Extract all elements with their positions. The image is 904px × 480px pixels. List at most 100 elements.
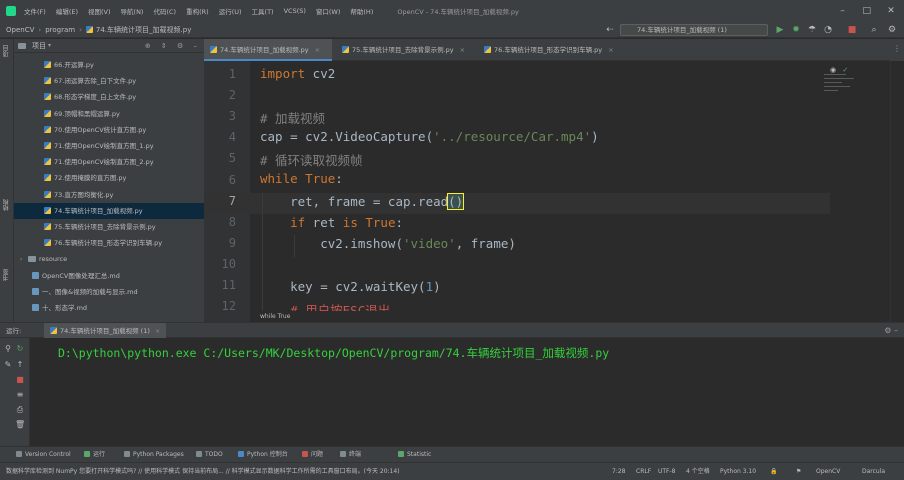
close-tab-icon[interactable]: × [608,46,613,54]
project-tree-item[interactable]: 72.使用掩膜的直方图.py [44,170,126,186]
code-minimap [824,64,874,104]
soft-wrap-icon[interactable]: ≡ [15,390,25,400]
scroll-up-icon[interactable]: ↑ [15,360,25,370]
project-tree-item[interactable]: 68.形态学梯度_白上文件.py [44,89,136,105]
tab-list-icon[interactable]: ⋮ [893,44,901,53]
tree-item-label: 71.使用OpenCV绘制直方图_2.py [54,158,154,167]
run-configuration-dropdown[interactable]: 74.车辆统计项目_加载视频 (1) [620,24,768,36]
coverage-icon[interactable]: ☂ [806,24,818,36]
close-tab-icon[interactable]: × [460,46,465,54]
tab-label: 终端 [349,451,362,458]
menu-code[interactable]: 代码(C) [153,6,176,16]
rerun-icon[interactable]: ↻ [15,344,25,354]
structure-tool-tab[interactable]: 结构 [2,199,11,211]
tab-75-remove-background[interactable]: 75.车辆统计项目_去除背景示例.py × [336,39,476,61]
menu-view[interactable]: 视图(V) [88,6,111,16]
close-icon[interactable]: ✕ [884,6,898,16]
tree-item-label: 十、形态学.md [42,304,88,312]
breadcrumb-scope[interactable]: while True [250,311,890,322]
project-tree-item[interactable]: 76.车辆统计项目_形态学识别车辆.py [44,235,162,251]
close-tab-icon[interactable]: × [315,46,320,54]
project-tree-item[interactable]: 十、形态学.md [32,300,87,316]
tab-problems[interactable]: 问题 [302,447,323,463]
project-tree-item[interactable]: 66.开运算.py [44,57,94,73]
menu-help[interactable]: 帮助(H) [350,6,373,16]
tab-label: Statistic [407,451,432,458]
project-tree-item[interactable]: 69.顶帽和黑帽运算.py [44,106,120,122]
minimize-icon[interactable]: – [836,6,850,16]
python-file-icon [44,174,51,182]
menu-tools[interactable]: 工具(T) [252,6,274,16]
project-tree-item[interactable]: 73.直方图均衡化.py [44,187,113,203]
bookmarks-tool-tab[interactable]: 书签 [2,269,11,281]
back-arrow-icon[interactable]: ⇠ [604,24,616,36]
project-name[interactable]: OpenCV [816,463,840,480]
trash-icon[interactable]: 🗑 [15,420,25,430]
panel-actions-icon[interactable]: ⊕ ⇕ ⚙ – [145,42,201,50]
menu-run[interactable]: 运行(U) [219,6,242,16]
tab-todo[interactable]: TODO [196,447,223,463]
project-tree-item[interactable]: OpenCV图像处理汇总.md [32,268,120,284]
code-comment: # 用户按ESC退出 [260,303,391,311]
project-tree-item[interactable]: 一、图像&视频的加载与显示.md [32,284,138,300]
project-tree-item[interactable]: › resource [20,251,67,267]
breadcrumb-folder[interactable]: program [45,26,75,34]
breadcrumb-file[interactable]: 74.车辆统计项目_加载视频.py [96,25,191,35]
search-everywhere-icon[interactable]: ⌕ [868,24,880,36]
warning-icon[interactable]: ⚑ [796,463,801,480]
breadcrumb-project[interactable]: OpenCV [6,26,34,34]
code-number: 1 [425,279,434,294]
menu-file[interactable]: 文件(F) [24,6,46,16]
project-tree-item[interactable]: 71.使用OpenCV绘制直方图_1.py [44,138,154,154]
stop-run-icon[interactable]: ■ [15,375,25,385]
stop-icon[interactable]: ■ [846,24,858,36]
caret-position[interactable]: 7:28 [612,463,625,480]
project-tree-item[interactable]: 75.车辆统计项目_去除背景示例.py [44,219,156,235]
print-icon[interactable]: ⎙ [15,405,25,415]
line-separator[interactable]: CRLF [636,463,651,480]
tab-76-morphology[interactable]: 76.车辆统计项目_形态学识别车辆.py × [478,39,628,61]
tab-python-packages[interactable]: Python Packages [124,447,184,463]
lock-icon[interactable]: 🔒 [770,463,777,480]
indent-setting[interactable]: 4 个空格 [686,463,710,480]
pin-icon[interactable]: ⚲ [3,344,13,354]
wrench-icon[interactable]: ✎ [3,360,13,370]
tab-run[interactable]: 运行 [84,447,105,463]
panel-settings-icon[interactable]: ⚙ – [884,323,898,339]
expand-arrow-icon[interactable]: › [20,252,28,268]
menu-navigate[interactable]: 导航(N) [121,6,144,16]
menu-edit[interactable]: 编辑(E) [56,6,78,16]
menu-vcs[interactable]: VCS(S) [284,7,306,15]
code-token: key = cv2.waitKey( [260,279,426,294]
run-tab[interactable]: 74.车辆统计项目_加载视频 (1) × [44,323,167,339]
tab-74-load-video[interactable]: 74.车辆统计项目_加载视频.py × [204,39,332,61]
python-file-icon [44,223,51,230]
menu-window[interactable]: 窗口(W) [316,6,341,16]
project-tree-item[interactable]: 71.使用OpenCV绘制直方图_2.py [44,154,154,170]
python-file-icon [44,239,51,247]
file-encoding[interactable]: UTF-8 [658,463,676,480]
maximize-icon[interactable]: □ [860,6,874,16]
project-tree-item[interactable]: 74.车辆统计项目_加载视频.py [14,202,204,219]
editor-scrollbar[interactable] [890,61,904,322]
close-tab-icon[interactable]: × [155,327,160,335]
tree-item-label: resource [39,255,68,264]
project-tree-item[interactable]: 67.闭运算去除_白下文件.py [44,73,136,89]
settings-gear-icon[interactable]: ⚙ [886,24,898,36]
profile-icon[interactable]: ◔ [822,24,834,36]
debug-icon[interactable]: ✹ [790,24,802,36]
status-message[interactable]: 数据科学库检测到 NumPy 您要打开科学模式吗? // 使用科学模式 保持当前… [6,463,400,480]
tab-terminal[interactable]: 终端 [340,447,361,463]
tab-statistic[interactable]: Statistic [398,447,431,463]
run-icon[interactable]: ▶ [774,24,786,36]
theme-name[interactable]: Darcula [862,463,885,480]
chevron-down-icon[interactable]: ▾ [48,42,51,49]
project-tool-tab[interactable]: 项目 [2,45,11,57]
tab-label: 运行 [93,451,106,458]
project-panel-title[interactable]: 项目 [32,41,46,51]
project-tree-item[interactable]: 70.使用OpenCV统计直方图.py [44,122,146,138]
python-interpreter[interactable]: Python 3.10 [720,463,756,480]
tab-version-control[interactable]: Version Control [16,447,71,463]
menu-refactor[interactable]: 重构(R) [186,6,209,16]
tab-python-console[interactable]: Python 控制台 [238,447,288,463]
